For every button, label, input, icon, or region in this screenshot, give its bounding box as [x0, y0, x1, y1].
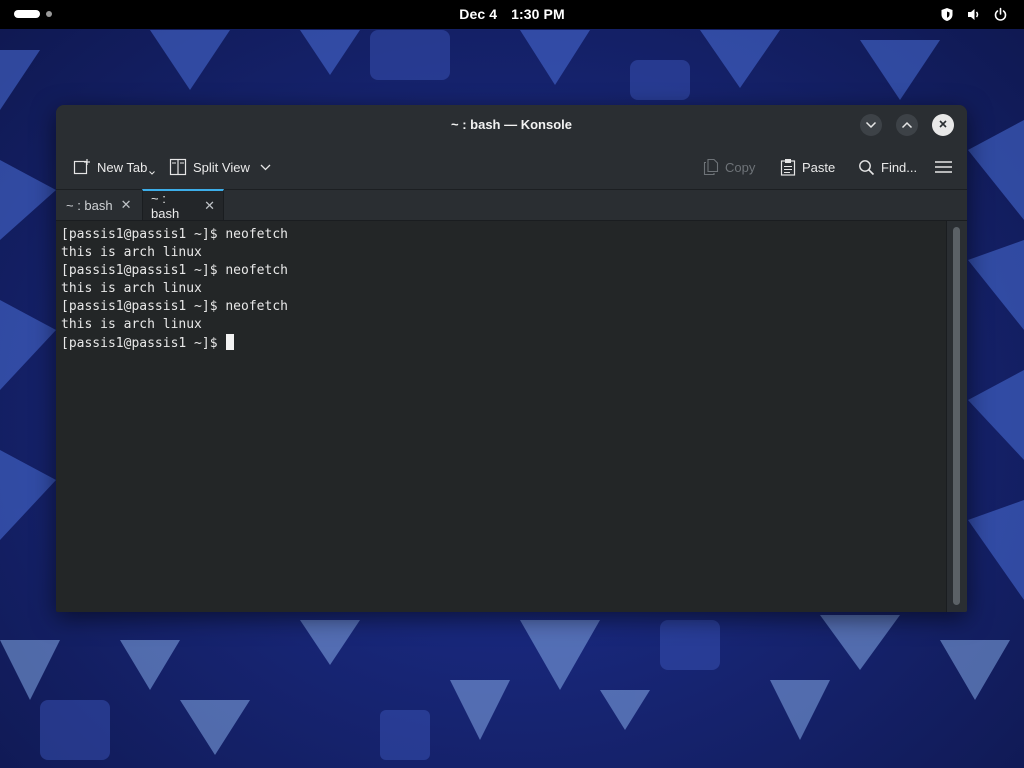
- paste-button[interactable]: Paste: [780, 157, 835, 177]
- konsole-window: ~ : bash — Konsole New Tab Split View Co…: [56, 105, 967, 612]
- split-view-label: Split View: [193, 159, 250, 175]
- close-icon: [938, 116, 948, 134]
- copy-button[interactable]: Copy: [703, 157, 755, 177]
- split-view-button[interactable]: Split View: [169, 157, 271, 177]
- window-title: ~ : bash — Konsole: [451, 117, 572, 132]
- dropdown-arrow-icon: [149, 171, 156, 175]
- tab-bash-1[interactable]: ~ : bash ✕: [58, 190, 142, 220]
- paste-label: Paste: [802, 159, 836, 175]
- main-toolbar: New Tab Split View Copy Paste Find...: [56, 145, 967, 190]
- hamburger-icon: [935, 160, 952, 174]
- terminal-line: this is arch linux: [61, 281, 202, 296]
- system-tray[interactable]: [940, 7, 1008, 22]
- terminal-prompt-line: [passis1@passis1 ~]$: [61, 334, 946, 352]
- clock-date: Dec 4: [459, 6, 498, 22]
- terminal-line: [passis1@passis1 ~]$ neofetch: [61, 263, 288, 278]
- close-icon[interactable]: ✕: [204, 198, 215, 214]
- maximize-button[interactable]: [896, 114, 918, 136]
- chevron-down-icon: [260, 164, 271, 171]
- find-button[interactable]: Find...: [858, 157, 917, 177]
- power-icon[interactable]: [993, 7, 1008, 22]
- chevron-down-icon: [865, 116, 877, 134]
- new-tab-button[interactable]: New Tab: [73, 157, 156, 177]
- window-titlebar[interactable]: ~ : bash — Konsole: [56, 105, 967, 145]
- text-cursor: [226, 334, 235, 350]
- shield-icon[interactable]: [940, 7, 954, 22]
- copy-icon: [703, 158, 719, 176]
- tab-label: ~ : bash: [66, 197, 113, 213]
- copy-label: Copy: [725, 159, 756, 175]
- terminal-line: this is arch linux: [61, 245, 202, 260]
- volume-icon[interactable]: [966, 7, 981, 22]
- new-tab-label: New Tab: [97, 159, 148, 175]
- scrollbar-thumb[interactable]: [953, 227, 960, 605]
- search-icon: [858, 159, 875, 176]
- close-button[interactable]: [932, 114, 954, 136]
- paste-icon: [780, 158, 796, 176]
- chevron-up-icon: [901, 116, 913, 134]
- terminal-line: this is arch linux: [61, 317, 202, 332]
- new-tab-icon: [73, 158, 91, 176]
- tab-bash-2[interactable]: ~ : bash ✕: [142, 189, 224, 221]
- terminal-line: [passis1@passis1 ~]$ neofetch: [61, 227, 288, 242]
- find-label: Find...: [881, 159, 918, 175]
- tab-label: ~ : bash: [151, 190, 180, 221]
- terminal-line: [passis1@passis1 ~]$ neofetch: [61, 299, 288, 314]
- terminal-scrollbar[interactable]: [946, 221, 967, 612]
- minimize-button[interactable]: [860, 114, 882, 136]
- top-panel: Dec 4 1:30 PM: [0, 0, 1024, 29]
- close-icon[interactable]: ✕: [121, 197, 132, 213]
- split-view-icon: [169, 158, 187, 176]
- terminal-view[interactable]: [passis1@passis1 ~]$ neofetch this is ar…: [56, 221, 946, 612]
- tab-bar: ~ : bash ✕ ~ : bash ✕: [56, 189, 967, 221]
- clock[interactable]: Dec 4 1:30 PM: [0, 6, 1024, 22]
- clock-time: 1:30 PM: [511, 6, 565, 22]
- terminal-prompt: [passis1@passis1 ~]$: [61, 336, 226, 351]
- hamburger-menu-button[interactable]: [935, 157, 952, 177]
